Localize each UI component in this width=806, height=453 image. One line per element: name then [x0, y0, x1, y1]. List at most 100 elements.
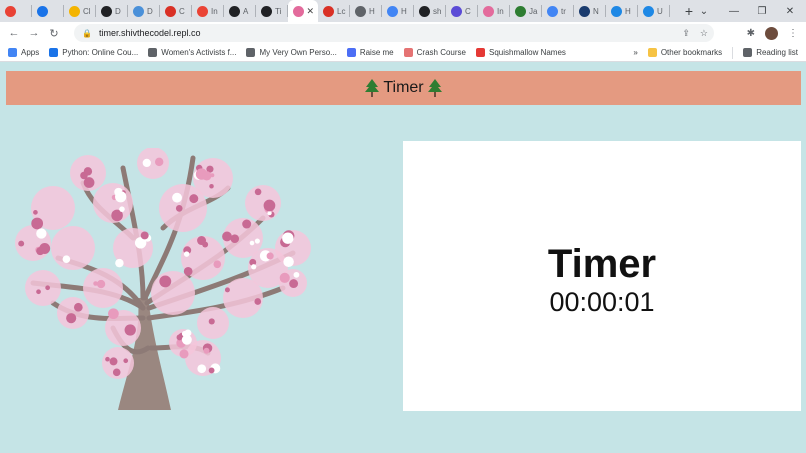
- tab-strip: Cl D D C In A Ti ✕ Lc H Hsh C In Ja tr N H U +: [0, 0, 806, 22]
- bookmark-item[interactable]: Crash Course: [403, 48, 466, 57]
- menu-icon[interactable]: ⋮: [788, 28, 798, 39]
- tab-favicon-icon: [611, 5, 622, 17]
- tab-search-icon[interactable]: ⌄: [690, 0, 718, 22]
- bookmark-item[interactable]: Women's Activists f...: [148, 48, 236, 57]
- bookmark-favicon-icon: [8, 48, 17, 57]
- page-header: Timer: [6, 71, 801, 105]
- browser-tab[interactable]: H: [350, 0, 382, 22]
- browser-tab[interactable]: Ja: [510, 0, 542, 22]
- browser-tab[interactable]: [32, 0, 64, 22]
- tab-favicon-icon: [261, 5, 272, 17]
- tab-title: sh: [433, 6, 442, 16]
- browser-tab[interactable]: D: [128, 0, 160, 22]
- profile-avatar[interactable]: [765, 26, 778, 40]
- close-tab-icon[interactable]: ✕: [306, 6, 314, 17]
- tab-favicon-icon: [547, 5, 558, 17]
- bookmark-label: Women's Activists f...: [161, 48, 237, 57]
- close-window-button[interactable]: ✕: [776, 0, 804, 22]
- browser-tab[interactable]: In: [192, 0, 224, 22]
- tab-title: H: [625, 6, 631, 16]
- address-bar[interactable]: 🔒 ⇪ ☆: [74, 24, 714, 42]
- bookmark-label: Crash Course: [416, 48, 466, 57]
- browser-tab[interactable]: [0, 0, 32, 22]
- tab-favicon-icon: [483, 5, 494, 17]
- tree-icon: [427, 79, 442, 97]
- bookmark-label: Python: Online Cou...: [62, 48, 139, 57]
- page-header-title: Timer: [383, 79, 424, 96]
- folder-icon: [647, 48, 657, 57]
- browser-tab[interactable]: sh: [414, 0, 446, 22]
- reading-list-button[interactable]: Reading list: [743, 48, 798, 57]
- tab-favicon-icon: [451, 5, 462, 17]
- cherry-blossom-tree-illustration: [15, 148, 311, 410]
- tab-title: U: [657, 6, 663, 16]
- tab-title: C: [179, 6, 185, 16]
- browser-tab[interactable]: Ti: [256, 0, 288, 22]
- browser-tab[interactable]: C: [160, 0, 192, 22]
- timer-clock: 00:00:01: [549, 287, 655, 317]
- bookmark-favicon-icon: [246, 48, 256, 57]
- bookmark-item[interactable]: My Very Own Perso...: [246, 48, 337, 57]
- browser-tab[interactable]: H: [382, 0, 414, 22]
- bookmark-item[interactable]: Raise me: [346, 48, 394, 57]
- bookmark-favicon-icon: [475, 48, 485, 57]
- bookmark-label: Squishmallow Names: [488, 48, 566, 57]
- url-input[interactable]: [98, 28, 659, 38]
- reload-button[interactable]: ↻: [44, 27, 64, 40]
- browser-tab[interactable]: C: [446, 0, 478, 22]
- browser-tab[interactable]: Lc: [318, 0, 350, 22]
- bookmark-favicon-icon: [403, 48, 413, 57]
- tab-favicon-icon: [101, 5, 112, 17]
- other-bookmarks-folder[interactable]: Other bookmarks: [647, 48, 723, 57]
- reading-list-button-label: Reading list: [756, 48, 798, 57]
- share-icon[interactable]: ⇪: [682, 28, 690, 39]
- bookmark-favicon-icon: [49, 48, 59, 57]
- tab-favicon-icon: [355, 5, 366, 17]
- tab-title: H: [401, 6, 407, 16]
- bookmarks-divider: [732, 46, 734, 59]
- tab-favicon-icon: [323, 5, 334, 17]
- tab-title: Cl: [83, 6, 91, 16]
- tab-favicon-icon: [69, 5, 80, 17]
- timer-card: Timer 00:00:01: [403, 141, 801, 411]
- browser-tab[interactable]: tr: [542, 0, 574, 22]
- browser-tab[interactable]: ✕: [288, 0, 318, 22]
- bookmark-label: My Very Own Perso...: [259, 48, 337, 57]
- tab-title: D: [147, 6, 153, 16]
- back-button[interactable]: ←: [4, 27, 24, 39]
- other-bookmarks-folder-label: Other bookmarks: [660, 48, 723, 57]
- bookmarks-overflow-button[interactable]: »: [633, 48, 637, 57]
- forward-button[interactable]: →: [24, 27, 44, 39]
- tab-title: A: [243, 6, 249, 16]
- browser-tab[interactable]: In: [478, 0, 510, 22]
- browser-tab[interactable]: N: [574, 0, 606, 22]
- tab-favicon-icon: [419, 5, 430, 17]
- bookmark-item[interactable]: Python: Online Cou...: [49, 48, 138, 57]
- tab-title: Ja: [529, 6, 538, 16]
- tab-title: Ti: [275, 6, 282, 16]
- bookmark-label: Raise me: [359, 48, 394, 57]
- browser-tab[interactable]: U: [638, 0, 670, 22]
- bookmark-item[interactable]: Squishmallow Names: [475, 48, 566, 57]
- tab-favicon-icon: [293, 5, 304, 17]
- restore-button[interactable]: ❐: [748, 0, 776, 22]
- browser-tab[interactable]: H: [606, 0, 638, 22]
- tab-title: C: [465, 6, 471, 16]
- browser-tab[interactable]: Cl: [64, 0, 96, 22]
- tree-icon: [365, 79, 380, 97]
- browser-tab[interactable]: A: [224, 0, 256, 22]
- bookmarks-bar: Apps Python: Online Cou... Women's Activis…: [0, 44, 806, 62]
- bookmark-star-icon[interactable]: ☆: [700, 28, 708, 39]
- bookmark-item[interactable]: Apps: [8, 48, 39, 57]
- minimize-button[interactable]: —: [720, 0, 748, 22]
- tab-favicon-icon: [133, 5, 144, 17]
- browser-tab[interactable]: D: [96, 0, 128, 22]
- bookmark-favicon-icon: [148, 48, 158, 57]
- tab-favicon-icon: [5, 5, 16, 17]
- timer-title: Timer: [547, 242, 657, 286]
- tab-favicon-icon: [229, 5, 240, 17]
- extensions-icon[interactable]: ✱: [747, 28, 755, 39]
- tab-title: Lc: [337, 6, 346, 16]
- lock-icon[interactable]: 🔒: [82, 29, 92, 38]
- tab-favicon-icon: [515, 5, 526, 17]
